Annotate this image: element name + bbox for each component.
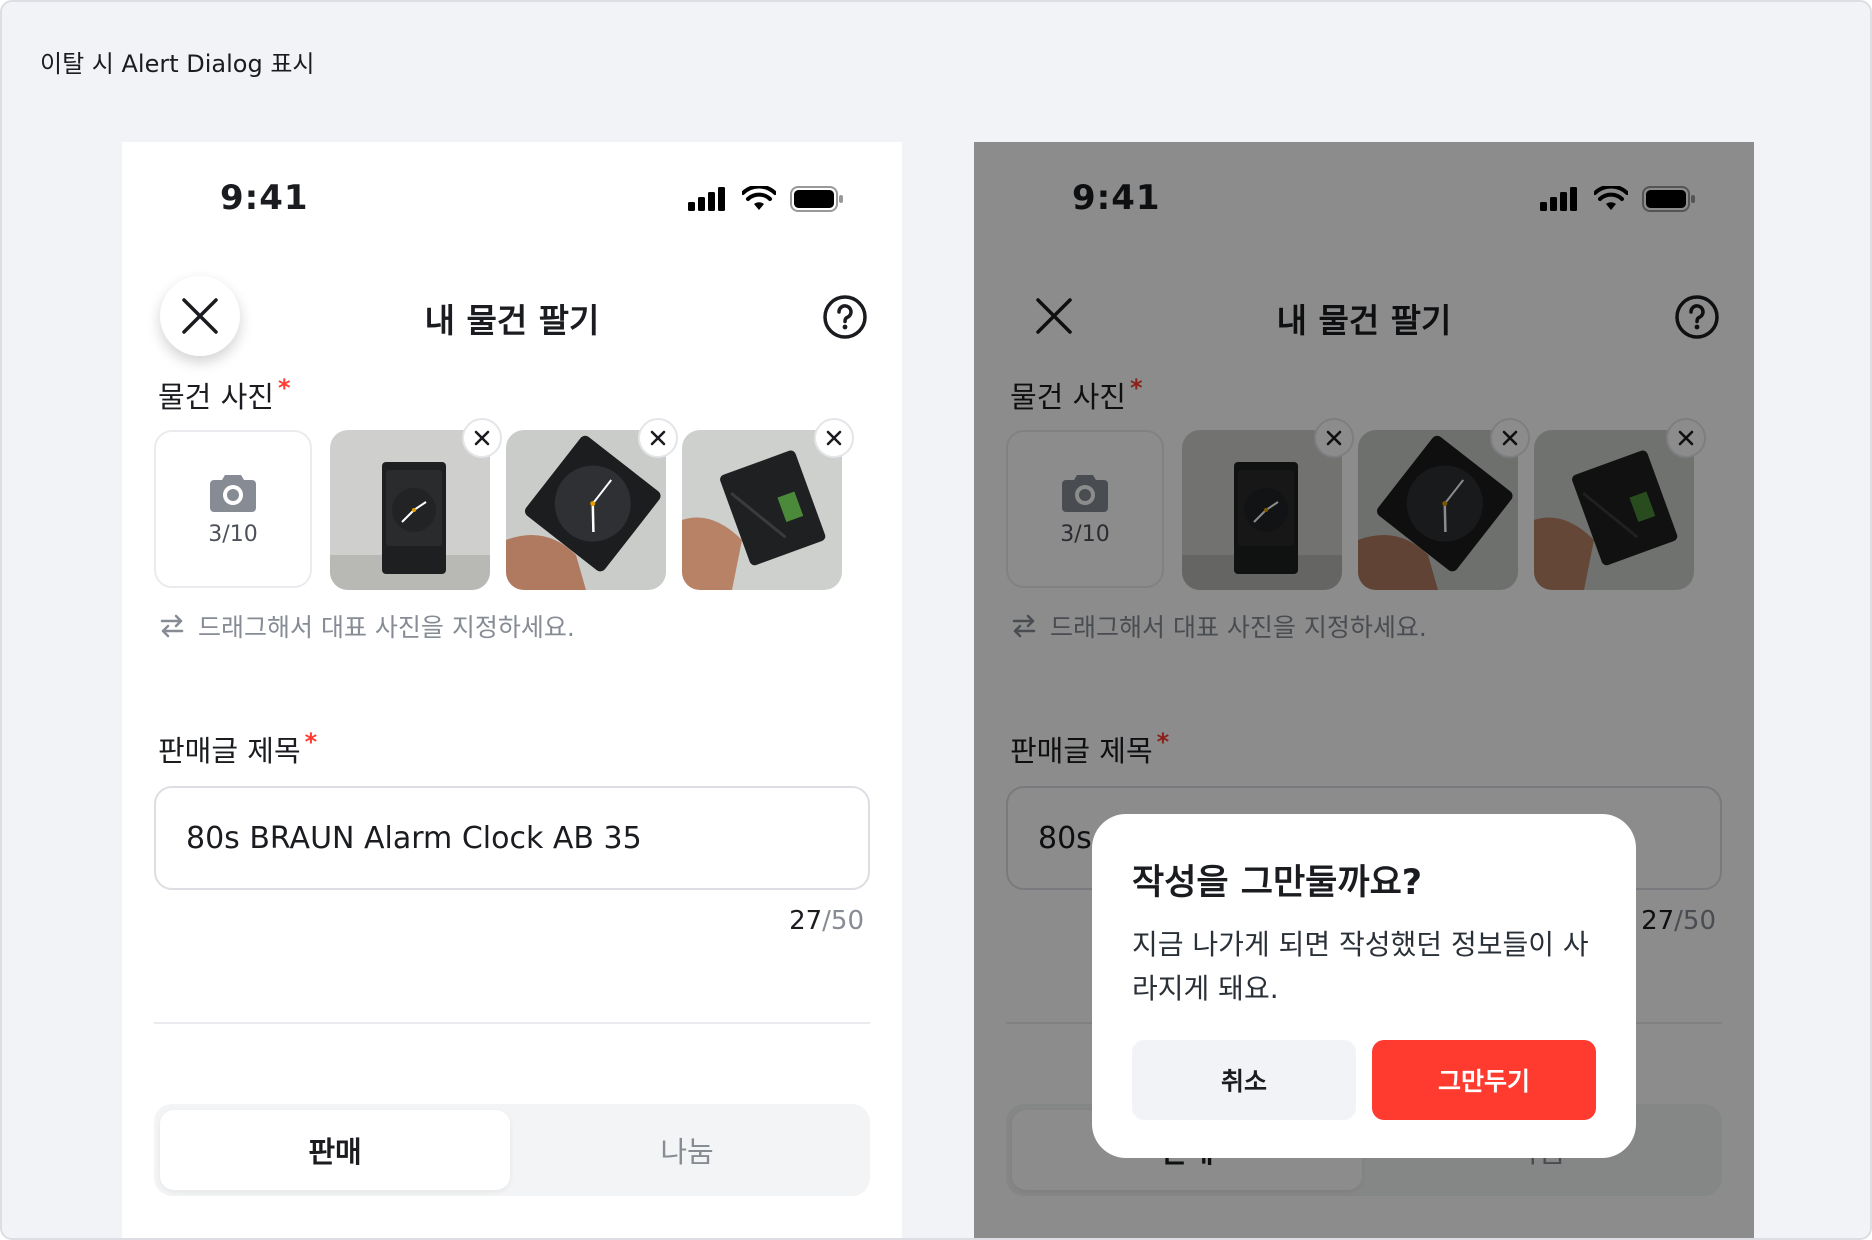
photo-section-label: 물건 사진 *	[158, 374, 291, 416]
segment-sell[interactable]: 판매	[160, 1110, 510, 1190]
help-button[interactable]	[822, 294, 868, 340]
drag-hint: 드래그해서 대표 사진을 지정하세요.	[158, 608, 575, 644]
remove-photo-button[interactable]	[814, 418, 854, 458]
required-mark: *	[277, 374, 291, 402]
character-counter: 27/50	[789, 906, 864, 936]
alert-dialog: 작성을 그만둘까요? 지금 나가게 되면 작성했던 정보들이 사라지게 돼요. …	[1092, 814, 1636, 1158]
dialog-actions: 취소 그만두기	[1132, 1040, 1596, 1120]
add-photo-button[interactable]: 3/10	[154, 430, 312, 588]
status-bar: 9:41	[122, 142, 902, 262]
canvas-board: 이탈 시 Alert Dialog 표시 9:41 내 물건 팔기 물건 사진 …	[0, 0, 1872, 1240]
remove-icon	[826, 430, 842, 446]
signal-icon	[688, 187, 725, 211]
swap-arrows-icon	[160, 614, 184, 638]
battery-icon	[790, 186, 843, 212]
photo-thumbnail[interactable]	[330, 430, 490, 590]
clock-photo-1	[330, 430, 490, 590]
status-time: 9:41	[220, 178, 309, 218]
photo-thumbnail[interactable]	[506, 430, 666, 590]
required-mark: *	[304, 728, 318, 756]
segment-share[interactable]: 나눔	[512, 1110, 862, 1190]
photo-thumbnail[interactable]	[682, 430, 842, 590]
drag-hint-text: 드래그해서 대표 사진을 지정하세요.	[198, 613, 575, 642]
camera-icon	[210, 474, 256, 512]
photo-count: 3/10	[208, 521, 258, 547]
dialog-message: 지금 나가게 되면 작성했던 정보들이 사라지게 돼요.	[1132, 928, 1589, 1005]
wifi-icon	[742, 186, 776, 210]
title-input[interactable]: 80s BRAUN Alarm Clock AB 35	[154, 786, 870, 890]
photo-list: 3/10	[154, 418, 874, 590]
title-label-text: 판매글 제목	[158, 734, 301, 768]
clock-photo-2	[506, 430, 666, 590]
navigation-bar: 내 물건 팔기	[122, 272, 902, 372]
trade-type-segmented-control: 판매 나눔	[154, 1104, 870, 1196]
divider	[154, 1022, 870, 1024]
quit-button[interactable]: 그만두기	[1372, 1040, 1596, 1120]
remove-icon	[474, 430, 490, 446]
clock-photo-3	[682, 430, 842, 590]
board-label: 이탈 시 Alert Dialog 표시	[40, 50, 315, 78]
character-count-current: 27	[789, 906, 823, 936]
dialog-title: 작성을 그만둘까요?	[1132, 863, 1423, 903]
remove-photo-button[interactable]	[638, 418, 678, 458]
character-count-max: /50	[822, 906, 864, 936]
title-section-label: 판매글 제목 *	[158, 728, 317, 770]
photo-label-text: 물건 사진	[158, 380, 274, 414]
cancel-button[interactable]: 취소	[1132, 1040, 1356, 1120]
remove-icon	[650, 430, 666, 446]
help-icon	[823, 295, 867, 339]
remove-photo-button[interactable]	[462, 418, 502, 458]
status-icons	[688, 186, 844, 212]
page-title: 내 물건 팔기	[424, 301, 600, 340]
phone-screen-default: 9:41 내 물건 팔기 물건 사진 * 3/10 드래그해서 대표 사진을 지…	[122, 142, 902, 1238]
phone-screen-alert: 9:41 내 물건 팔기 물건 사진 * 3/10 드래그해서 대표 사진을 지…	[974, 142, 1754, 1238]
